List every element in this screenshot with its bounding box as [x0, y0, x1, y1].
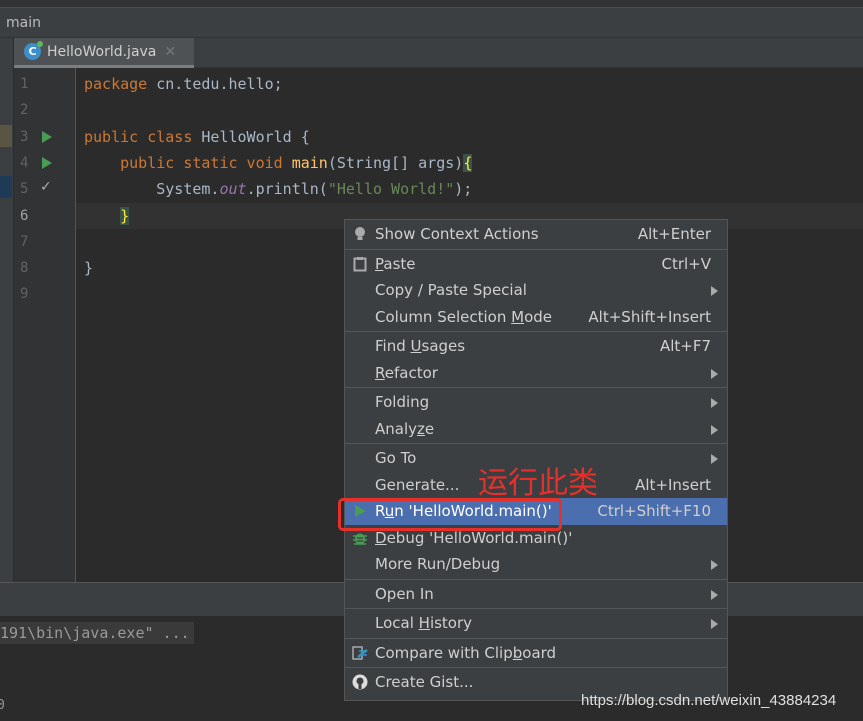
gutter-marker [0, 176, 12, 198]
clipboard-icon [353, 256, 367, 271]
github-icon [352, 674, 368, 690]
menu-item-label: Open In [375, 584, 434, 603]
menu-item-label: Copy / Paste Special [375, 281, 527, 299]
menu-item-label: Folding [375, 393, 430, 411]
code-line-1: package cn.tedu.hello; [84, 75, 283, 93]
menu-item-label: Show Context Actions [375, 225, 539, 243]
code-line-3: public class HelloWorld { [84, 128, 310, 146]
menu-item-label: Create Gist... [375, 673, 474, 691]
line-number: 2 [20, 102, 29, 119]
submenu-arrow-icon [711, 398, 718, 408]
compare-icon [352, 645, 368, 660]
debug-icon [353, 533, 367, 545]
submenu-arrow-icon [711, 286, 718, 296]
menu-item-local-history[interactable]: Local History [345, 610, 727, 637]
menu-item-more-run-debug[interactable]: More Run/Debug [345, 551, 727, 578]
editor-tab-bar: C HelloWorld.java ✕ [0, 38, 863, 68]
menu-group: Local History [345, 609, 727, 639]
menu-group: Compare with Clipboard [345, 639, 727, 668]
code-line-8: } [84, 259, 94, 277]
menu-item-label: Find Usages [375, 337, 466, 355]
menu-item-label: Analyze [375, 419, 435, 438]
gutter-marker [0, 125, 12, 147]
title-strip [0, 0, 863, 8]
submenu-arrow-icon [711, 589, 718, 600]
console-command: 191\bin\java.exe" ... [0, 622, 194, 644]
menu-item-compare-with-clipboard[interactable]: Compare with Clipboard [345, 640, 727, 667]
line-number: 9 [20, 286, 29, 303]
line-number: 1 [20, 76, 29, 92]
menu-item-label: More Run/Debug [375, 555, 501, 573]
line-number: 6 [20, 207, 29, 224]
line-number: 3 [20, 128, 29, 145]
annotation-text: 运行此类 [478, 466, 598, 501]
menu-item-copy-paste-special[interactable]: Copy / Paste Special [345, 277, 727, 304]
run-main-icon[interactable] [42, 157, 52, 169]
tab-label: HelloWorld.java [47, 43, 157, 60]
run-class-icon[interactable] [42, 131, 52, 143]
menu-item-show-context-actions[interactable]: Show Context Actions Alt+Enter [345, 221, 727, 248]
close-tab-icon[interactable]: ✕ [164, 44, 176, 60]
left-tool-strip [0, 38, 14, 582]
menu-item-refactor[interactable]: Refactor [345, 360, 727, 387]
console-exit-code: 0 [0, 698, 5, 713]
menu-item-label: Refactor [375, 363, 438, 382]
line-number: 7 [20, 233, 29, 250]
menu-item-label: Column Selection Mode [375, 307, 552, 326]
submenu-arrow-icon [711, 560, 718, 570]
tab-helloworld-java[interactable]: C HelloWorld.java ✕ [14, 38, 194, 68]
menu-item-shortcut: Ctrl+V [661, 254, 711, 273]
check-icon: ✓ [40, 179, 52, 195]
menu-group: Show Context Actions Alt+Enter [345, 220, 727, 250]
menu-item-shortcut: Alt+Enter [637, 225, 711, 243]
submenu-arrow-icon [711, 424, 718, 435]
menu-item-paste[interactable]: Paste Ctrl+V [345, 251, 727, 278]
menu-item-shortcut: Ctrl+Shift+F10 [597, 502, 711, 520]
menu-item-shortcut: Alt+F7 [659, 337, 711, 355]
code-line-6: } [120, 207, 130, 225]
menu-group: Paste Ctrl+V Copy / Paste Special Column Se… [345, 250, 727, 332]
menu-item-label: Local History [375, 614, 473, 632]
menu-item-analyze[interactable]: Analyze [345, 416, 727, 443]
menu-group: Find Usages Alt+F7 Refactor [345, 332, 727, 388]
submenu-arrow-icon [711, 454, 718, 464]
line-number: 5 [20, 181, 29, 198]
menu-item-open-in[interactable]: Open In [345, 581, 727, 608]
lightbulb-icon [355, 227, 365, 240]
menu-group: Folding Analyze [345, 388, 727, 444]
line-number: 4 [20, 154, 29, 171]
menu-item-label: Go To [375, 449, 417, 467]
menu-item-label: Paste [375, 254, 416, 273]
watermark: https://blog.csdn.net/weixin_43884234 [581, 692, 837, 709]
menu-item-folding[interactable]: Folding [345, 389, 727, 416]
code-line-5: System.out.println("Hello World!"); [156, 180, 473, 198]
breadcrumb[interactable]: main [0, 8, 863, 38]
java-class-icon: C [24, 41, 43, 60]
menu-item-label: Generate... [375, 475, 460, 494]
menu-item-shortcut: Alt+Insert [635, 475, 711, 494]
submenu-arrow-icon [711, 368, 718, 379]
menu-item-find-usages[interactable]: Find Usages Alt+F7 [345, 333, 727, 360]
menu-item-label: Compare with Clipboard [375, 643, 557, 662]
annotation-highlight-box [338, 498, 562, 531]
line-number: 8 [20, 260, 29, 277]
code-line-4: public static void main(String[] args){ [120, 154, 473, 172]
menu-group: Open In [345, 580, 727, 609]
menu-item-shortcut: Alt+Shift+Insert [588, 307, 711, 326]
menu-item-column-selection-mode[interactable]: Column Selection Mode Alt+Shift+Insert [345, 304, 727, 331]
submenu-arrow-icon [711, 619, 718, 629]
